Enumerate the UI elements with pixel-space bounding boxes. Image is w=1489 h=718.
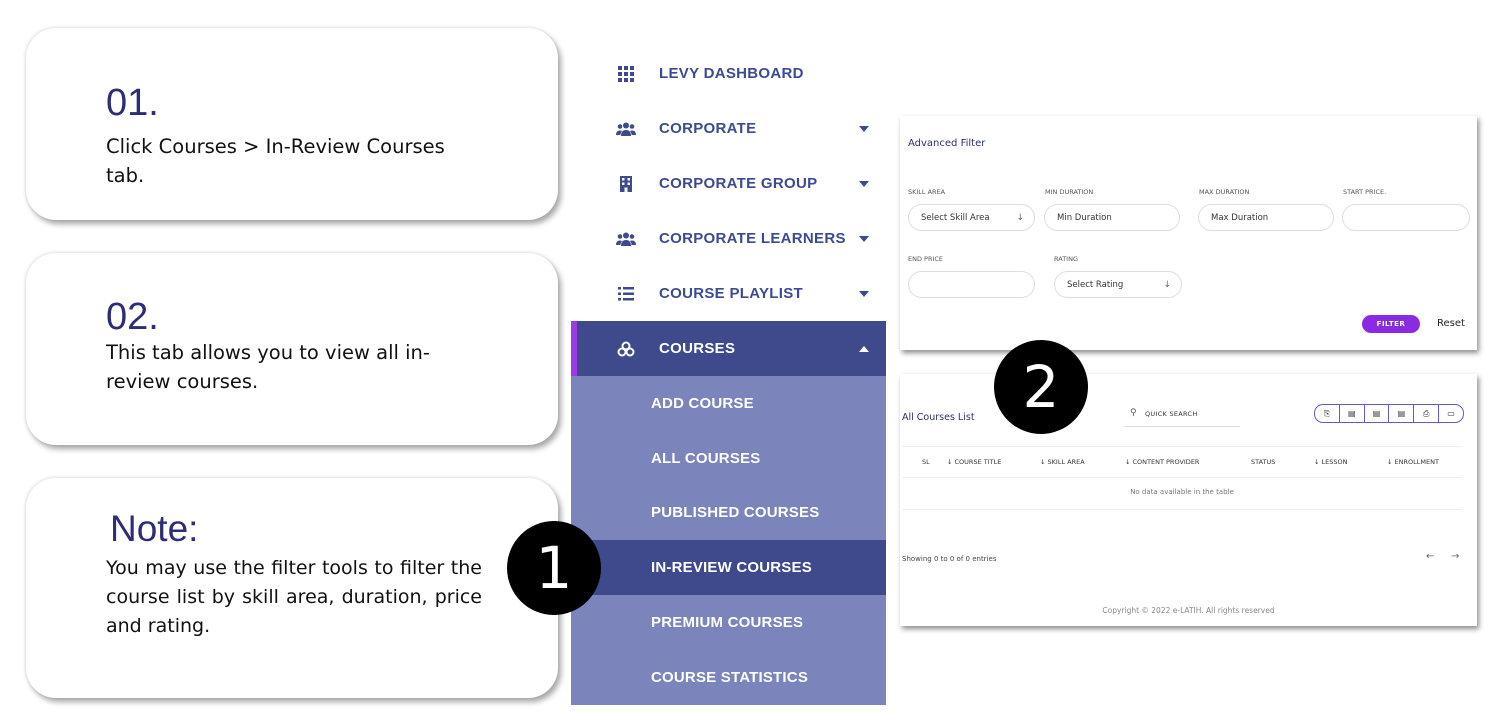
- sidebar-item-corporate-learners[interactable]: CORPORATE LEARNERS: [571, 211, 886, 266]
- max-duration-input[interactable]: Max Duration: [1198, 204, 1334, 231]
- excel-icon[interactable]: ▤: [1365, 405, 1390, 422]
- sidebar-item-label: CORPORATE GROUP: [659, 175, 818, 192]
- step-2-card: 02. This tab allows you to view all in-r…: [26, 253, 558, 445]
- skill-area-value: Select Skill Area: [921, 212, 990, 223]
- chevron-up-icon[interactable]: [859, 345, 869, 352]
- search-icon: ⚲: [1130, 408, 1137, 418]
- courses-list-panel: All Courses List ⚲ QUICK SEARCH ⎘ ▤ ▤ ▤ …: [900, 374, 1477, 626]
- sidebar-item-label: CORPORATE: [659, 120, 757, 137]
- print-icon[interactable]: ⎙: [1414, 405, 1440, 422]
- submenu-item-label: PUBLISHED COURSES: [651, 504, 820, 521]
- submenu-item-premium-courses[interactable]: PREMIUM COURSES: [571, 595, 886, 650]
- step-1-text: Click Courses > In-Review Courses tab.: [106, 135, 445, 187]
- footer-copyright: Copyright © 2022 e-LATIH. All rights res…: [1102, 606, 1275, 615]
- step-2-text: This tab allows you to view all in-revie…: [106, 341, 430, 393]
- grid-icon: [615, 64, 637, 84]
- step-1-number: 01.: [106, 82, 159, 124]
- column-status[interactable]: STATUS: [1251, 458, 1275, 466]
- sidebar-item-label: COURSE PLAYLIST: [659, 285, 803, 302]
- copy-icon[interactable]: ⎘: [1315, 405, 1340, 422]
- submenu-item-course-statistics[interactable]: COURSE STATISTICS: [571, 650, 886, 705]
- sidebar-item-label: CORPORATE LEARNERS: [659, 230, 846, 247]
- min-duration-label: MIN DURATION: [1045, 188, 1094, 196]
- submenu-item-published-courses[interactable]: PUBLISHED COURSES: [571, 485, 886, 540]
- advanced-filter-panel: Advanced Filter SKILL AREA Select Skill …: [900, 116, 1477, 350]
- note-text: You may use the filter tools to filter t…: [106, 557, 482, 637]
- empty-row: No data available in the table: [902, 477, 1462, 510]
- submenu-item-label: ADD COURSE: [651, 395, 754, 412]
- step-1-card: 01. Click Courses > In-Review Courses ta…: [26, 28, 558, 220]
- column-content-provider[interactable]: ↓ CONTENT PROVIDER: [1125, 458, 1199, 466]
- export-toolbar: ⎘ ▤ ▤ ▤ ⎙ ▭: [1314, 404, 1464, 423]
- sidebar-item-label: LEVY DASHBOARD: [659, 65, 804, 82]
- filter-title: Advanced Filter: [908, 138, 986, 149]
- submenu-item-in-review-courses[interactable]: IN-REVIEW COURSES: [571, 540, 886, 595]
- columns-icon[interactable]: ▭: [1439, 405, 1463, 422]
- sidebar-item-label: COURSES: [659, 340, 736, 357]
- column-enrollment[interactable]: ↓ ENROLLMENT: [1387, 458, 1439, 466]
- list-title: All Courses List: [902, 412, 975, 423]
- building-icon: [615, 174, 637, 194]
- chevron-down-icon[interactable]: [859, 235, 869, 242]
- sidebar-item-levy-dashboard[interactable]: LEVY DASHBOARD: [571, 46, 886, 101]
- sidebar-item-course-playlist[interactable]: COURSE PLAYLIST: [571, 266, 886, 321]
- column-skill-area[interactable]: ↓ SKILL AREA: [1040, 458, 1085, 466]
- csv-icon[interactable]: ▤: [1340, 405, 1365, 422]
- sidebar-item-corporate-group[interactable]: CORPORATE GROUP: [571, 156, 886, 211]
- callout-badge-2: 2: [994, 340, 1088, 434]
- chevron-down-icon[interactable]: [859, 125, 869, 132]
- end-price-input[interactable]: [908, 271, 1035, 298]
- start-price-label: START PRICE.: [1343, 188, 1387, 196]
- column-course-title[interactable]: ↓ COURSE TITLE: [947, 458, 1001, 466]
- skill-area-label: SKILL AREA: [908, 188, 946, 196]
- courses-submenu: ADD COURSE ALL COURSES PUBLISHED COURSES…: [571, 376, 886, 705]
- submenu-item-label: COURSE STATISTICS: [651, 669, 809, 686]
- note-heading: Note:: [110, 508, 199, 549]
- submenu-item-label: PREMIUM COURSES: [651, 614, 804, 631]
- start-price-input[interactable]: [1342, 204, 1470, 231]
- sidebar-nav: LEVY DASHBOARD CORPORATE CORPORATE GROUP…: [571, 40, 886, 705]
- rating-value: Select Rating: [1067, 279, 1124, 290]
- step-2-number: 02.: [106, 296, 159, 338]
- quick-search-placeholder: QUICK SEARCH: [1145, 410, 1198, 418]
- rating-select[interactable]: Select Rating ↓: [1054, 271, 1182, 298]
- submenu-item-label: ALL COURSES: [651, 450, 761, 467]
- filter-button[interactable]: FILTER: [1362, 315, 1420, 333]
- arrow-down-icon: ↓: [1016, 212, 1024, 223]
- column-lesson[interactable]: ↓ LESSON: [1314, 458, 1347, 466]
- chevron-down-icon[interactable]: [859, 180, 869, 187]
- chevron-down-icon[interactable]: [859, 290, 869, 297]
- submenu-item-label: IN-REVIEW COURSES: [651, 559, 812, 576]
- pdf-icon[interactable]: ▤: [1389, 405, 1415, 422]
- sidebar-item-corporate[interactable]: CORPORATE: [571, 101, 886, 156]
- max-duration-label: MAX DURATION: [1199, 188, 1250, 196]
- note-card: Note: You may use the filter tools to fi…: [26, 478, 558, 698]
- entries-info: Showing 0 to 0 of 0 entries: [902, 555, 997, 563]
- arrow-down-icon: ↓: [1163, 279, 1171, 290]
- list-icon: [615, 284, 637, 304]
- submenu-item-add-course[interactable]: ADD COURSE: [571, 376, 886, 431]
- end-price-label: END PRICE: [908, 255, 944, 263]
- min-duration-value: Min Duration: [1057, 212, 1112, 223]
- callout-badge-1: 1: [507, 521, 601, 615]
- quick-search-input[interactable]: ⚲ QUICK SEARCH: [1124, 404, 1240, 427]
- reset-link[interactable]: Reset: [1437, 318, 1465, 329]
- skill-area-select[interactable]: Select Skill Area ↓: [908, 204, 1035, 231]
- users-icon: [615, 229, 637, 249]
- submenu-item-all-courses[interactable]: ALL COURSES: [571, 431, 886, 486]
- users-icon: [615, 119, 637, 139]
- min-duration-input[interactable]: Min Duration: [1044, 204, 1180, 231]
- column-sl[interactable]: SL: [922, 458, 930, 466]
- rating-label: RATING: [1054, 255, 1078, 263]
- sidebar-item-courses[interactable]: COURSES: [571, 321, 886, 376]
- prev-arrow-icon[interactable]: ←: [1426, 551, 1434, 562]
- empty-message: No data available in the table: [1130, 488, 1234, 496]
- max-duration-value: Max Duration: [1211, 212, 1269, 223]
- courses-icon: [615, 339, 637, 359]
- next-arrow-icon[interactable]: →: [1451, 551, 1459, 562]
